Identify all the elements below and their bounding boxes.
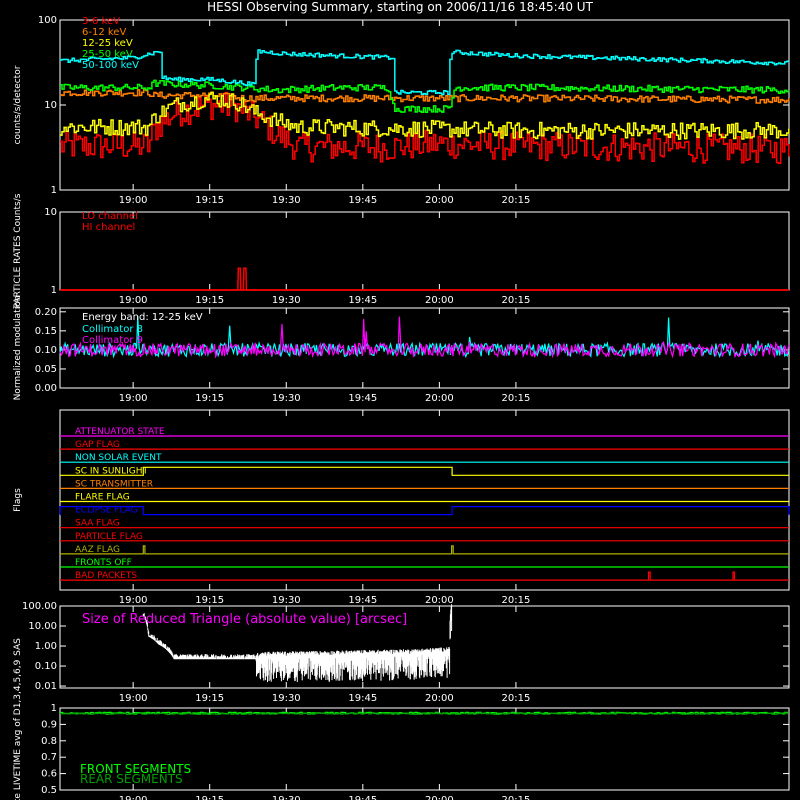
x-tick-label: 19:15 [195, 693, 224, 704]
series-line-rear-segments [60, 712, 788, 715]
x-tick-label: 20:15 [502, 295, 531, 306]
y-tick-label: 0.05 [35, 364, 57, 375]
x-tick-label: 19:15 [195, 295, 224, 306]
y-tick-label: 10.00 [28, 621, 57, 632]
flag-line [60, 545, 789, 555]
y-axis-label: counts/s/detector [13, 65, 23, 144]
legend-entry: REAR SEGMENTS [80, 772, 183, 786]
x-tick-label: 19:15 [195, 795, 224, 800]
y-tick-label: 1.00 [35, 641, 57, 652]
x-tick-label: 19:45 [348, 795, 377, 800]
y-axis-label: Flags [13, 488, 23, 512]
x-tick-label: 19:30 [272, 295, 301, 306]
x-tick-label: 20:15 [502, 595, 531, 606]
series-line-3-6-kev [60, 91, 790, 165]
x-tick-label: 20:00 [425, 595, 454, 606]
x-tick-label: 19:30 [272, 795, 301, 800]
x-tick-label: 20:15 [502, 393, 531, 404]
y-tick-label: 1 [51, 703, 57, 714]
y-tick-label: 0.00 [35, 383, 57, 394]
y-axis-label: PARTICLE RATES Counts/s [13, 193, 23, 308]
panel-frame [59, 211, 790, 291]
x-tick-label: 19:45 [348, 295, 377, 306]
y-tick-label: 100.00 [22, 601, 57, 612]
y-axis-label: SAS [13, 638, 23, 656]
x-tick-label: 19:00 [119, 693, 148, 704]
y-tick-label: 0.9 [41, 719, 57, 730]
y-tick-label: 0.5 [41, 785, 57, 796]
x-tick-label: 20:15 [502, 795, 531, 800]
legend-entry: 12-25 keV [82, 38, 133, 49]
x-tick-label: 19:00 [119, 195, 148, 206]
x-tick-label: 20:00 [425, 693, 454, 704]
x-tick-label: 20:00 [425, 795, 454, 800]
y-tick-label: 0.6 [41, 769, 57, 780]
y-tick-label: 100 [38, 15, 57, 26]
y-axis-label: Normalized modulation [13, 296, 23, 401]
x-tick-label: 19:30 [272, 393, 301, 404]
flag-line [59, 506, 790, 516]
series-line-hi-channel [60, 267, 789, 291]
y-tick-label: 0.15 [35, 326, 57, 337]
x-tick-label: 19:30 [272, 195, 301, 206]
x-tick-label: 19:45 [348, 195, 377, 206]
series-line-12-25-kev [60, 91, 790, 140]
x-tick-label: 19:45 [348, 693, 377, 704]
y-tick-label: 1 [51, 285, 57, 296]
hessi-summary-plot: 19:00 19:15 19:30 19:45 20:00 20:15 counts/s/d… [13, 15, 790, 800]
legend-entry: 3-6 keV [82, 16, 120, 27]
x-tick-label: 20:00 [425, 295, 454, 306]
y-tick-label: 10 [44, 207, 57, 218]
y-tick-label: 0.10 [35, 345, 57, 356]
energy-band-annotation: Energy band: 12-25 keV [82, 312, 203, 323]
legend-entry: LO channel [82, 211, 138, 222]
x-tick-label: 19:15 [195, 195, 224, 206]
x-tick-label: 19:00 [119, 393, 148, 404]
y-tick-label: 10 [44, 100, 57, 111]
legend-entry: Collimator 8 [82, 324, 143, 335]
x-tick-label: 20:15 [502, 693, 531, 704]
y-tick-label: 0.20 [35, 307, 57, 318]
legend-entry: 6-12 keV [82, 27, 126, 38]
x-tick-label: 20:15 [502, 195, 531, 206]
y-axis-label: Mon. Rate LIVETIME avg of D1,3,4,5,6,9 [13, 659, 23, 800]
flag-line [60, 571, 789, 581]
series-line-50-100-kev [60, 49, 789, 96]
x-tick-label: 19:00 [119, 795, 148, 800]
x-tick-label: 19:15 [195, 393, 224, 404]
x-tick-label: 19:45 [348, 393, 377, 404]
x-tick-label: 20:00 [425, 195, 454, 206]
y-tick-label: 0.7 [41, 752, 57, 763]
legend-entry: HI channel [82, 222, 135, 233]
x-tick-label: 20:00 [425, 393, 454, 404]
series-line-6-12-kev [60, 88, 790, 104]
legend-entry: 50-100 keV [82, 60, 139, 71]
sas-annotation: Size of Reduced Triangle (absolute value… [82, 612, 407, 627]
y-tick-label: 0.10 [35, 661, 57, 672]
x-tick-label: 19:00 [119, 595, 148, 606]
x-tick-label: 19:00 [119, 295, 148, 306]
series-line-25-50-kev [60, 79, 790, 113]
x-tick-label: 19:30 [272, 595, 301, 606]
x-tick-label: 19:15 [195, 595, 224, 606]
y-tick-label: 0.01 [35, 681, 57, 692]
y-tick-label: 1 [51, 185, 57, 196]
legend-entry: Collimator 9 [82, 335, 143, 346]
x-tick-label: 19:30 [272, 693, 301, 704]
y-tick-label: 0.8 [41, 736, 57, 747]
x-tick-label: 19:45 [348, 595, 377, 606]
flag-line [60, 466, 789, 476]
panel-frame [59, 409, 790, 591]
